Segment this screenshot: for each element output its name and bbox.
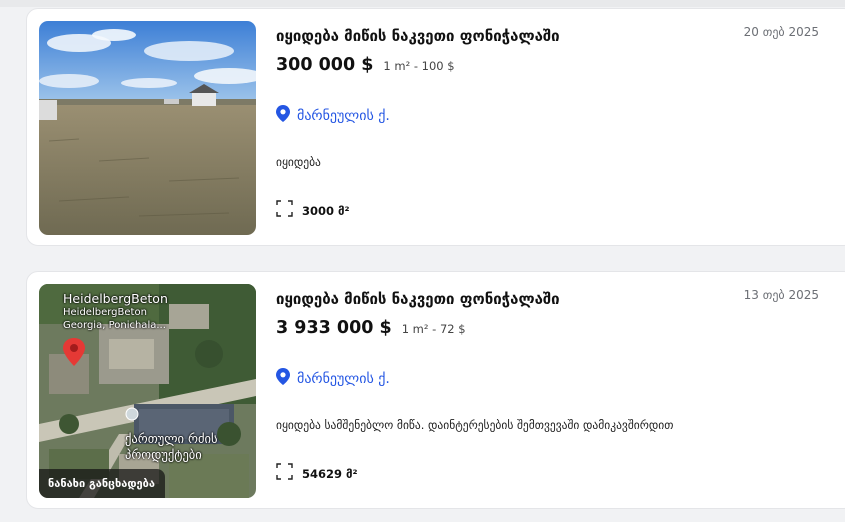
listing-card[interactable]: HeidelbergBeton HeidelbergBeton Georgia,… xyxy=(26,271,845,509)
top-strip xyxy=(0,0,845,7)
listing-card[interactable]: იყიდება მიწის ნაკვეთი ფონიჭალაში 20 თებ … xyxy=(26,8,845,246)
listing-price: 3 933 000 $ xyxy=(276,318,392,338)
map-pin-icon xyxy=(276,105,290,126)
listing-location[interactable]: მარნეულის ქ. xyxy=(276,105,390,126)
price-per-m2: 1 m² - 72 $ xyxy=(401,322,466,336)
location-label: მარნეულის ქ. xyxy=(297,370,390,387)
seen-badge: ნანახი განცხადება xyxy=(39,469,165,498)
expand-corners-icon xyxy=(276,200,293,221)
listing-area: 3000 მ² xyxy=(276,200,350,221)
price-per-m2: 1 m² - 100 $ xyxy=(383,59,455,73)
area-value: 54629 მ² xyxy=(302,466,358,481)
map-label-building-2: პროდუქტები xyxy=(125,447,202,462)
listing-date: 13 თებ 2025 xyxy=(743,288,819,302)
listing-photo[interactable] xyxy=(39,21,256,235)
price-row: 300 000 $ 1 m² - 100 $ xyxy=(276,55,455,75)
listing-location[interactable]: მარნეულის ქ. xyxy=(276,368,390,389)
listing-map-image[interactable]: HeidelbergBeton HeidelbergBeton Georgia,… xyxy=(39,284,256,498)
map-label-company-small: HeidelbergBeton xyxy=(63,307,147,318)
listing-description: იყიდება სამშენებლო მიწა. დაინტერესების შ… xyxy=(276,418,674,432)
listing-price: 300 000 $ xyxy=(276,55,374,75)
listing-date: 20 თებ 2025 xyxy=(743,25,819,39)
map-label-building: ქართული რძის xyxy=(125,431,218,446)
price-row: 3 933 000 $ 1 m² - 72 $ xyxy=(276,318,466,338)
listing-area: 54629 მ² xyxy=(276,463,358,484)
location-label: მარნეულის ქ. xyxy=(297,107,390,124)
area-value: 3000 მ² xyxy=(302,203,350,218)
listing-description: იყიდება xyxy=(276,155,321,169)
expand-corners-icon xyxy=(276,463,293,484)
map-label-place: Georgia, Ponichala... xyxy=(63,320,166,331)
listing-title[interactable]: იყიდება მიწის ნაკვეთი ფონიჭალაში xyxy=(276,290,560,308)
listing-title[interactable]: იყიდება მიწის ნაკვეთი ფონიჭალაში xyxy=(276,27,560,45)
map-label-company: HeidelbergBeton xyxy=(63,291,168,306)
map-pin-icon xyxy=(276,368,290,389)
